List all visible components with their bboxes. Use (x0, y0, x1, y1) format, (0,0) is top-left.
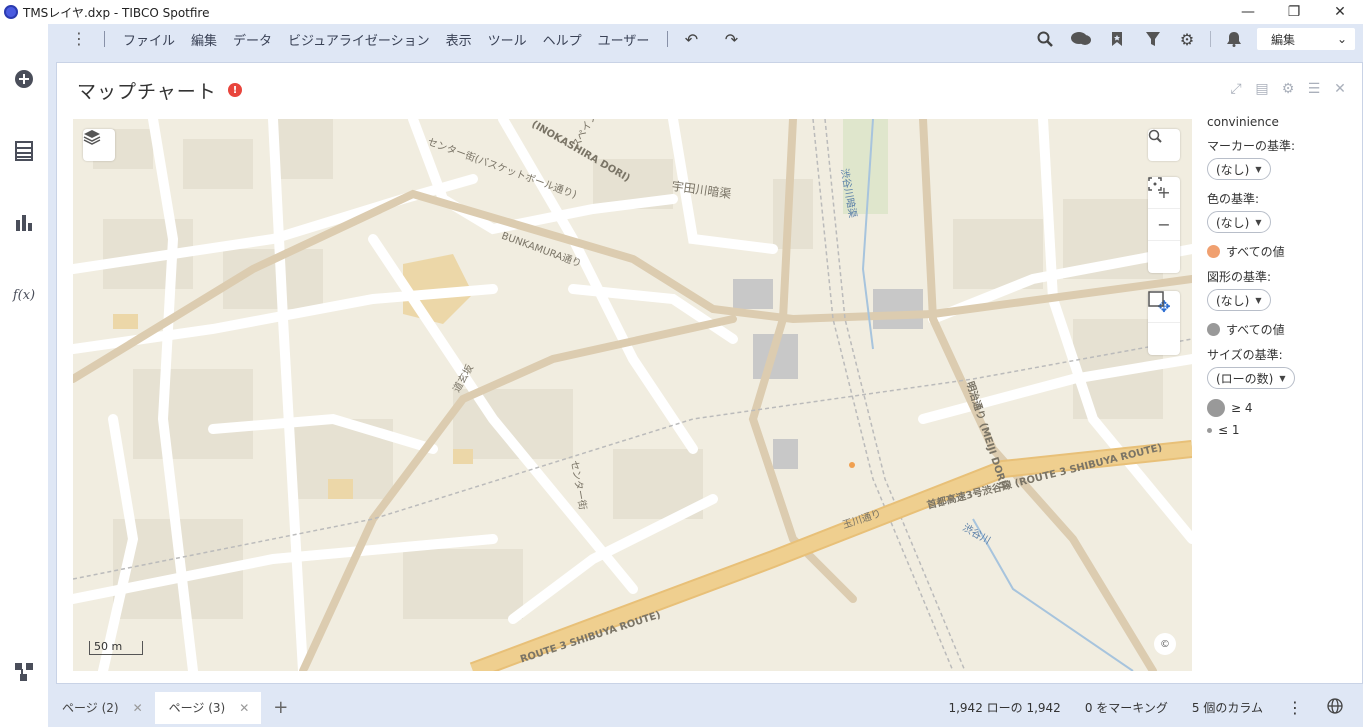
row-count: 1,942 ローの 1,942 (948, 701, 1061, 715)
size-by-label: サイズの基準: (1207, 348, 1283, 362)
bar-chart-icon[interactable] (12, 211, 36, 235)
color-swatch (1207, 245, 1220, 258)
map-view[interactable]: 宇田川暗渠 (INOKASHIRA DORI) センター街(バスケットボール通り… (73, 119, 1192, 671)
function-icon[interactable]: f(x) (12, 283, 36, 307)
maximize-icon[interactable]: ⤢ (1226, 81, 1246, 97)
caret-down-icon: ▼ (1255, 295, 1262, 305)
menu-view[interactable]: 表示 (446, 30, 472, 49)
page-tab-active[interactable]: ページ (3) ✕ (154, 691, 262, 724)
menu-user[interactable]: ユーザー (598, 30, 650, 49)
hierarchy-icon[interactable] (12, 660, 36, 684)
bookmark-icon[interactable] (1104, 26, 1130, 52)
color-by-label: 色の基準: (1207, 192, 1260, 206)
list-icon[interactable]: ☰ (1304, 81, 1324, 97)
properties-gear-icon[interactable]: ⚙ (1278, 81, 1298, 97)
toolbar-right: ⚙ 編集 ⌄ (1032, 24, 1363, 54)
status-more-icon[interactable]: ⋮ (1287, 698, 1303, 717)
close-visualization-icon[interactable]: ✕ (1330, 81, 1350, 97)
page-tabs-bar: ページ (2) ✕ ページ (3) ✕ + 1,942 ローの 1,942 0 … (48, 688, 1363, 727)
shape-swatch (1207, 323, 1220, 336)
menu-visualization[interactable]: ビジュアライゼーション (288, 30, 430, 49)
copyright-icon[interactable]: © (1154, 633, 1176, 655)
menu-tools[interactable]: ツール (488, 30, 527, 49)
window-controls: — ❐ ✕ (1225, 0, 1363, 24)
menu-bar: ⋮ ファイル 編集 データ ビジュアライゼーション 表示 ツール ヘルプ ユーザ… (48, 24, 1363, 54)
left-rail: f(x) (0, 24, 48, 727)
legend-panel: convinience マーカーの基準: (なし) ▼ 色の基準: (なし) ▼ す… (1207, 115, 1357, 445)
data-table-icon[interactable] (12, 139, 36, 163)
color-legend-item[interactable]: すべての値 (1207, 243, 1357, 260)
map-tiles (73, 119, 1192, 671)
minimize-button[interactable]: — (1225, 0, 1271, 24)
more-menu-icon[interactable]: ⋮ (64, 31, 94, 47)
add-icon[interactable] (12, 67, 36, 91)
search-icon[interactable] (1032, 26, 1058, 52)
warning-icon[interactable]: ! (228, 83, 242, 97)
app-shell: ⋮ ファイル 編集 データ ビジュアライゼーション 表示 ツール ヘルプ ユーザ… (48, 24, 1363, 727)
shape-by-label: 図形の基準: (1207, 270, 1272, 284)
close-button[interactable]: ✕ (1317, 0, 1363, 24)
mode-dropdown[interactable]: 編集 ⌄ (1257, 28, 1355, 50)
color-by-dropdown[interactable]: (なし) ▼ (1207, 211, 1271, 233)
marked-count: 0 をマーキング (1084, 701, 1168, 715)
notifications-bell-icon[interactable] (1221, 26, 1247, 52)
marker-by-dropdown[interactable]: (なし) ▼ (1207, 158, 1271, 180)
size-swatch-small (1207, 427, 1212, 433)
map-marker[interactable] (849, 462, 855, 468)
close-tab-icon[interactable]: ✕ (133, 701, 143, 715)
restore-button[interactable]: ❐ (1271, 0, 1317, 24)
shape-legend-item[interactable]: すべての値 (1207, 321, 1357, 338)
caret-down-icon: ▼ (1279, 373, 1286, 383)
window-title: TMSレイヤ.dxp - TIBCO Spotfire (23, 5, 210, 20)
layers-icon[interactable] (83, 129, 115, 161)
details-icon[interactable]: ▤ (1252, 81, 1272, 97)
zoom-controls: + − (1148, 177, 1180, 273)
legend-title: convinience (1207, 115, 1279, 129)
interaction-controls: ✥ (1148, 291, 1180, 355)
filter-icon[interactable] (1140, 26, 1166, 52)
column-count: 5 個のカラム (1191, 701, 1263, 715)
size-legend-min: ≤ 1 (1207, 423, 1357, 437)
menu-data[interactable]: データ (233, 30, 272, 49)
mode-value: 編集 (1271, 32, 1296, 47)
scale-bar: 50 m (89, 641, 143, 655)
shape-by-dropdown[interactable]: (なし) ▼ (1207, 289, 1271, 311)
menu-edit[interactable]: 編集 (191, 30, 217, 49)
chevron-down-icon: ⌄ (1336, 32, 1347, 46)
rectangle-select-icon[interactable] (1148, 291, 1180, 355)
caret-down-icon: ▼ (1255, 217, 1262, 227)
fit-to-screen-icon[interactable] (1148, 177, 1180, 273)
close-tab-icon[interactable]: ✕ (239, 701, 249, 715)
visualization-title[interactable]: マップチャート (77, 77, 217, 104)
visualization-toolbar: ⤢ ▤ ⚙ ☰ ✕ (1226, 81, 1350, 97)
title-bar: TMSレイヤ.dxp - TIBCO Spotfire — ❐ ✕ (0, 0, 1363, 24)
redo-icon[interactable]: ↷ (718, 26, 744, 52)
caret-down-icon: ▼ (1255, 164, 1262, 174)
visualization-canvas: マップチャート ! ⤢ ▤ ⚙ ☰ ✕ 宇田川暗渠 (INOKASHIRA DO… (56, 62, 1363, 684)
collaboration-icon[interactable] (1068, 26, 1094, 52)
size-swatch-large (1207, 399, 1225, 417)
size-by-dropdown[interactable]: (ローの数) ▼ (1207, 367, 1295, 389)
marker-by-label: マーカーの基準: (1207, 139, 1296, 153)
undo-icon[interactable]: ↶ (678, 26, 704, 52)
zoom-out-icon[interactable]: − (1148, 209, 1180, 241)
size-legend-max: ≥ 4 (1207, 399, 1357, 417)
globe-icon[interactable] (1327, 698, 1343, 717)
spotfire-logo-icon (4, 5, 18, 19)
settings-gear-icon[interactable]: ⚙ (1174, 26, 1200, 52)
menu-file[interactable]: ファイル (123, 30, 175, 49)
map-search-icon[interactable] (1148, 129, 1180, 161)
add-page-icon[interactable]: + (273, 697, 288, 718)
menu-help[interactable]: ヘルプ (543, 30, 582, 49)
status-bar: 1,942 ローの 1,942 0 をマーキング 5 個のカラム ⋮ (948, 688, 1363, 727)
page-tab[interactable]: ページ (2) ✕ (48, 692, 155, 724)
